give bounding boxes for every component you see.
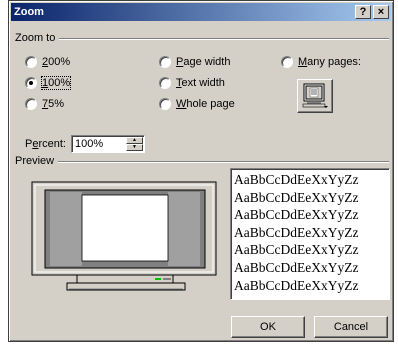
radio-200-circle bbox=[25, 56, 37, 68]
percent-label: Percent: bbox=[25, 138, 66, 150]
radio-75[interactable]: 75% bbox=[25, 98, 64, 110]
radio-100-label: 100% bbox=[40, 76, 72, 90]
help-button[interactable]: ? bbox=[355, 5, 371, 19]
radio-whole-page[interactable]: Whole page bbox=[159, 98, 235, 110]
sample-line: AaBbCcDdEeXxYyZz bbox=[234, 224, 359, 240]
cancel-button[interactable]: Cancel bbox=[314, 316, 388, 338]
ok-button[interactable]: OK bbox=[231, 316, 305, 338]
radio-text-width-label: Text width bbox=[176, 77, 225, 89]
dialog-title: Zoom bbox=[14, 6, 44, 18]
radio-200-label: 200% bbox=[42, 56, 71, 68]
spin-up-icon[interactable]: ▲ bbox=[126, 137, 143, 144]
monitor-icon bbox=[302, 83, 328, 108]
radio-100[interactable]: 100% bbox=[25, 76, 72, 90]
radio-75-label: 75% bbox=[42, 98, 65, 110]
zoom-to-divider bbox=[15, 38, 389, 40]
radio-whole-page-circle bbox=[159, 98, 171, 110]
radio-100-circle bbox=[25, 77, 37, 89]
radio-many-pages-label: Many pages: bbox=[298, 56, 361, 68]
radio-page-width-label: Page width bbox=[176, 56, 231, 68]
title-bar: Zoom ? × bbox=[11, 3, 391, 21]
radio-many-pages-circle bbox=[281, 56, 293, 68]
radio-75-circle bbox=[25, 98, 37, 110]
font-sample-box: AaBbCcDdEeXxYyZz AaBbCcDdEeXxYyZz AaBbCc… bbox=[230, 168, 390, 300]
radio-page-width-circle bbox=[159, 56, 171, 68]
radio-page-width[interactable]: Page width bbox=[159, 56, 230, 68]
preview-monitor-icon bbox=[31, 181, 217, 291]
many-pages-button[interactable] bbox=[297, 79, 333, 113]
sample-line: AaBbCcDdEeXxYyZz bbox=[234, 189, 359, 205]
close-button[interactable]: × bbox=[373, 5, 389, 19]
radio-text-width[interactable]: Text width bbox=[159, 77, 225, 89]
percent-spinner[interactable]: ▲ ▼ bbox=[126, 137, 143, 151]
sample-line: AaBbCcDdEeXxYyZz bbox=[234, 277, 359, 293]
sample-line: AaBbCcDdEeXxYyZz bbox=[234, 172, 359, 187]
radio-whole-page-label: Whole page bbox=[176, 98, 235, 110]
preview-label: Preview bbox=[15, 155, 59, 167]
preview-divider bbox=[15, 161, 389, 163]
radio-200-label-text: 00% bbox=[48, 56, 71, 68]
sample-line: AaBbCcDdEeXxYyZz bbox=[234, 242, 359, 258]
radio-many-pages[interactable]: Many pages: bbox=[281, 56, 361, 68]
sample-line: AaBbCcDdEeXxYyZz bbox=[234, 259, 359, 275]
zoom-to-label: Zoom to bbox=[15, 32, 60, 44]
radio-200[interactable]: 200% bbox=[25, 56, 70, 68]
radio-text-width-circle bbox=[159, 77, 171, 89]
spin-down-icon[interactable]: ▼ bbox=[126, 144, 143, 151]
sample-line: AaBbCcDdEeXxYyZz bbox=[234, 207, 359, 223]
zoom-dialog: Zoom ? × Zoom to 200% 100% 75% Page widt… bbox=[8, 0, 394, 342]
